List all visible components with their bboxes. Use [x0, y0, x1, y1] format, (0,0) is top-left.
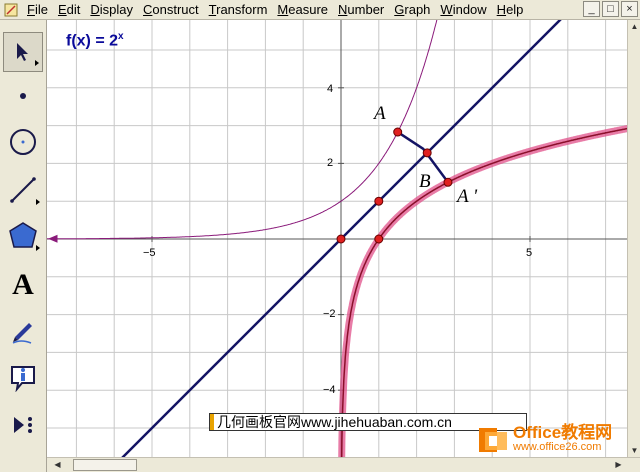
x-tick-label: 5	[526, 247, 533, 259]
sketch-canvas[interactable]: f(x) = 2x −5 5 4 2 −2 −4 A B A ' 几何画板官网w…	[47, 20, 627, 457]
logo-brand: Office教程网	[513, 422, 613, 442]
exponential-curve	[47, 20, 438, 240]
menu-window[interactable]: Window	[435, 0, 491, 19]
point-label-a-prime[interactable]: A '	[457, 186, 477, 208]
arrow-tool[interactable]	[3, 32, 43, 72]
close-button[interactable]: ×	[621, 1, 638, 17]
menu-graph[interactable]: Graph	[389, 0, 435, 19]
scroll-right-arrow[interactable]: ▶	[612, 458, 625, 471]
app-icon[interactable]	[4, 3, 18, 17]
text-icon: A	[12, 268, 34, 301]
scroll-up-arrow[interactable]: ▲	[628, 20, 640, 33]
compass-tool[interactable]	[3, 122, 43, 162]
y-tick-label: −4	[323, 384, 336, 396]
watermark-bar	[210, 414, 214, 430]
point-tool[interactable]	[3, 76, 43, 116]
point-a-prime[interactable]	[443, 177, 453, 187]
y-tick-label: −2	[323, 308, 336, 320]
info-icon	[11, 366, 35, 392]
curve-arrow	[48, 234, 58, 243]
point-a[interactable]	[393, 127, 403, 137]
menu-number[interactable]: Number	[333, 0, 389, 19]
information-tool[interactable]	[3, 357, 43, 397]
watermark-text: 几何画板官网www.jihehuaban.com.cn	[217, 414, 452, 430]
log-curve-highlight	[338, 125, 627, 457]
custom-tools[interactable]	[3, 405, 43, 445]
menu-measure[interactable]: Measure	[272, 0, 333, 19]
tool-more-indicator	[35, 60, 39, 66]
line-segment-icon	[10, 177, 36, 203]
function-label[interactable]: f(x) = 2x	[66, 31, 124, 50]
polygon-tool[interactable]	[3, 216, 43, 256]
logarithmic-curve	[340, 127, 627, 457]
menu-items: File Edit Display Construct Transform Measure…	[22, 0, 528, 19]
horizontal-scrollbar[interactable]: ◀ ▶	[47, 457, 640, 472]
menu-edit[interactable]: Edit	[53, 0, 85, 19]
point-icon	[20, 93, 26, 99]
menu-construct[interactable]: Construct	[138, 0, 204, 19]
arrow-select-icon	[17, 43, 28, 61]
tool-more-indicator	[36, 245, 40, 251]
minimize-button[interactable]: _	[583, 1, 600, 17]
menu-help[interactable]: Help	[492, 0, 529, 19]
text-tool[interactable]: A	[3, 265, 43, 305]
x-tick-label: −5	[143, 247, 156, 259]
point-origin[interactable]	[336, 234, 346, 244]
straightedge-tool[interactable]	[3, 170, 43, 210]
point-one-zero[interactable]	[374, 234, 384, 244]
menu-bar: File Edit Display Construct Transform Measure…	[0, 0, 640, 20]
logo-url: www.office26.com	[513, 440, 602, 453]
toolbox: A	[0, 20, 47, 472]
point-label-b[interactable]: B	[419, 171, 431, 193]
y-tick-label: 4	[327, 83, 334, 95]
scroll-thumb[interactable]	[73, 459, 137, 471]
polygon-icon	[9, 222, 37, 248]
coordinate-plane	[47, 20, 627, 457]
office26-logo: Office教程网 www.office26.com	[477, 422, 627, 457]
vertical-scrollbar[interactable]: ▲ ▼	[627, 20, 640, 457]
window-controls: _ □ ×	[583, 1, 638, 17]
restore-button[interactable]: □	[602, 1, 619, 17]
tool-more-indicator	[36, 199, 40, 205]
menu-file[interactable]: File	[22, 0, 53, 19]
circle-icon	[10, 129, 36, 155]
y-tick-label: 2	[327, 157, 334, 169]
point-one-one[interactable]	[374, 196, 384, 206]
point-label-a[interactable]: A	[374, 103, 386, 125]
office-logo-icon	[477, 424, 509, 456]
scroll-left-arrow[interactable]: ◀	[51, 458, 64, 471]
marker-tool[interactable]	[3, 311, 43, 351]
menu-display[interactable]: Display	[85, 0, 138, 19]
scroll-down-arrow[interactable]: ▼	[628, 444, 640, 457]
menu-transform[interactable]: Transform	[204, 0, 273, 19]
point-b[interactable]	[422, 148, 432, 158]
pen-icon	[12, 323, 32, 344]
custom-tools-icon	[14, 417, 32, 433]
